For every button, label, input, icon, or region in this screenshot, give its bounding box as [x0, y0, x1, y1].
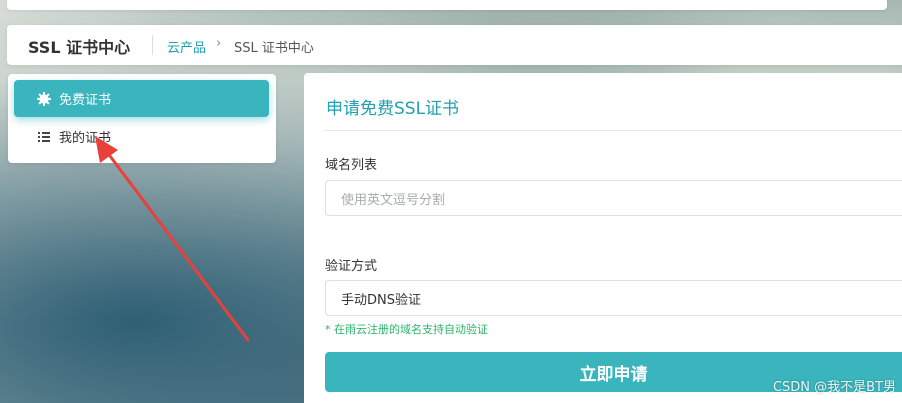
gear-icon: [36, 91, 52, 107]
page-title: SSL 证书中心: [28, 38, 131, 57]
domain-list-label: 域名列表: [325, 158, 378, 173]
verify-method-label: 验证方式: [325, 259, 378, 274]
page-header: SSL 证书中心 云产品 › SSL 证书中心: [7, 25, 902, 65]
sidebar-item-free-certificate[interactable]: 免费证书: [14, 80, 269, 117]
csdn-watermark: CSDN @我不是BT男: [772, 380, 896, 395]
sidebar-item-label: 免费证书: [59, 93, 112, 108]
verify-method-select[interactable]: 手动DNS验证: [325, 280, 902, 316]
title-divider: [324, 130, 902, 131]
sidebar-item-label: 我的证书: [59, 131, 112, 146]
header-divider: [152, 35, 153, 55]
top-bar: [7, 0, 887, 10]
form-title: 申请免费SSL证书: [326, 99, 460, 119]
apply-certificate-panel: 申请免费SSL证书 域名列表 使用英文逗号分割 验证方式 手动DNS验证 * 在…: [304, 73, 902, 403]
breadcrumb-link-cloud-products[interactable]: 云产品: [167, 37, 206, 56]
list-icon: [36, 129, 52, 145]
sidebar: 免费证书 我的证书: [8, 74, 276, 163]
auto-verify-hint: * 在雨云注册的域名支持自动验证: [325, 323, 488, 336]
domain-list-input[interactable]: 使用英文逗号分割: [325, 180, 902, 216]
breadcrumb-current: SSL 证书中心: [234, 41, 314, 56]
breadcrumb-separator: ›: [216, 36, 222, 51]
sidebar-item-my-certificates[interactable]: 我的证书: [14, 118, 269, 155]
